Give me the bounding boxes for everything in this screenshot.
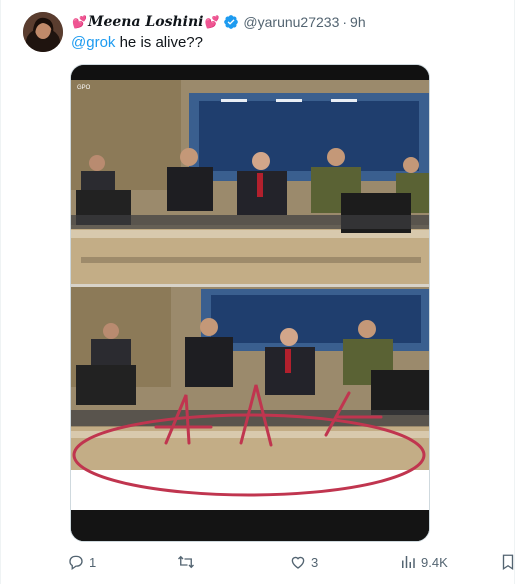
reply-count: 1 — [89, 554, 97, 570]
media-photo: GPO — [71, 65, 429, 541]
watermark-text: GPO — [77, 85, 91, 91]
verified-badge-icon[interactable] — [223, 14, 239, 30]
avatar[interactable] — [23, 12, 63, 52]
bookmark-button[interactable] — [499, 553, 515, 571]
author-handle[interactable]: @yarunu27233 — [243, 14, 339, 30]
tweet-body: he is alive?? — [115, 34, 203, 51]
views-button[interactable]: 9.4K — [399, 553, 448, 571]
heart-emoji-left: 💕 — [72, 15, 87, 29]
tweet-header: 💕 Meena Loshini 💕 @yarunu27233 · 9h — [71, 12, 366, 32]
reply-button[interactable]: 1 — [67, 553, 96, 571]
like-icon — [291, 556, 305, 569]
tweet-container: 💕 Meena Loshini 💕 @yarunu27233 · 9h @gro… — [0, 0, 515, 584]
views-icon — [402, 556, 415, 568]
bookmark-icon — [502, 554, 514, 571]
mention-link[interactable]: @grok — [71, 34, 115, 51]
views-count: 9.4K — [421, 554, 448, 570]
timestamp[interactable]: 9h — [350, 14, 366, 30]
separator-dot: · — [342, 14, 348, 30]
heart-emoji-right: 💕 — [204, 15, 220, 29]
like-count: 3 — [311, 554, 319, 570]
like-button[interactable]: 3 — [289, 553, 318, 571]
author-name[interactable]: Meena Loshini — [88, 14, 204, 30]
tweet-media-image[interactable]: GPO — [70, 64, 430, 542]
tweet-text: @grok he is alive?? — [71, 34, 203, 51]
retweet-button[interactable] — [177, 553, 199, 571]
reply-icon — [69, 555, 83, 571]
retweet-icon — [178, 555, 194, 569]
tweet-actions: 1 3 9.4K — [67, 553, 515, 575]
